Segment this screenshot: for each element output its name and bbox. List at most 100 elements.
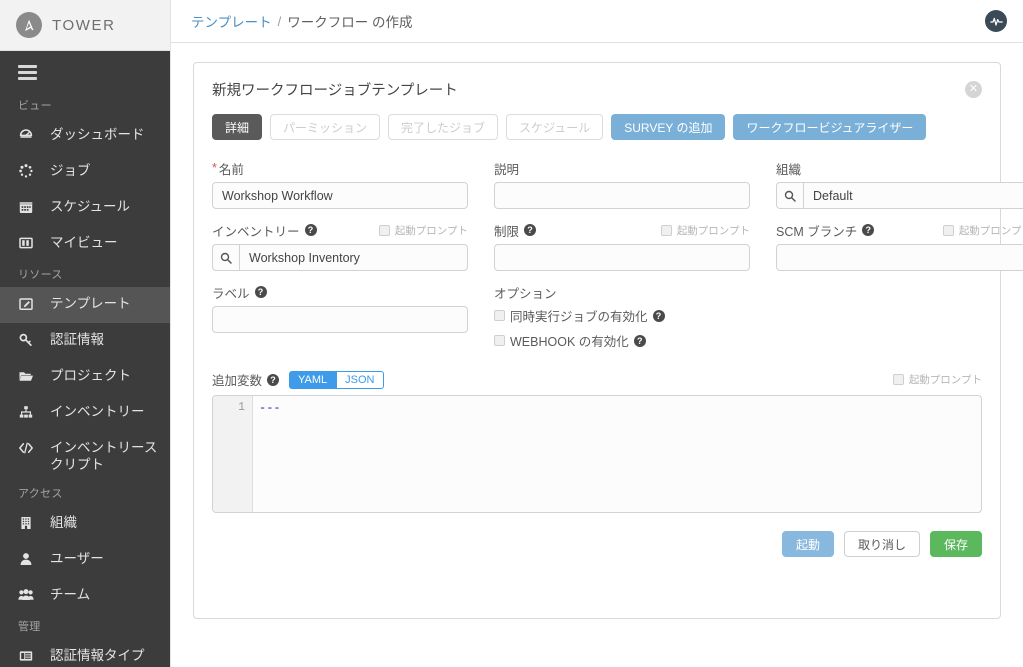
help-circle-icon[interactable]: ? [267, 373, 280, 386]
sidebar-item-credentials[interactable]: 認証情報 [0, 323, 170, 359]
organization-input[interactable]: Default [803, 182, 1023, 209]
sidebar-item-label: インベントリースクリプト [50, 440, 158, 472]
checkbox[interactable] [378, 224, 390, 236]
sidebar-item-templates[interactable]: テンプレート [0, 287, 170, 323]
help-circle-icon[interactable]: ? [652, 309, 665, 322]
sidebar-item-label: マイビュー [50, 235, 118, 250]
sidebar-item-label: プロジェクト [50, 368, 131, 383]
field-scm-branch-label-row: SCM ブランチ ? 起動プロンプト [776, 220, 1023, 240]
sidebar-section-title-views: ビュー [18, 100, 52, 112]
sidebar-section-title-access: アクセス [18, 488, 63, 500]
code-brackets-icon [18, 439, 40, 456]
tab-add-survey[interactable]: SURVEY の追加 [611, 114, 726, 140]
scm-branch-prompt-on-launch[interactable]: 起動プロンプト [942, 223, 1023, 238]
field-inventory-label-row: インベントリー ? 起動プロンプト [212, 220, 468, 240]
sidebar-item-users[interactable]: ユーザー [0, 542, 170, 578]
breadcrumb-link-templates[interactable]: テンプレート [191, 11, 272, 31]
help-circle-icon[interactable]: ? [524, 224, 537, 236]
footer-buttons: 起動 取り消し 保存 [212, 531, 982, 557]
help-circle-icon[interactable]: ? [254, 286, 267, 298]
checkbox[interactable] [494, 310, 505, 321]
description-input[interactable] [494, 182, 750, 209]
checkbox[interactable] [942, 224, 954, 236]
search-icon[interactable] [776, 182, 803, 209]
extra-vars-editor[interactable]: 1 --- [212, 395, 982, 513]
hamburger-menu-icon[interactable] [0, 51, 170, 93]
close-icon[interactable]: ✕ [965, 81, 982, 98]
field-description: 説明 [494, 158, 750, 209]
sidebar-item-jobs[interactable]: ジョブ [0, 154, 170, 190]
help-circle-icon[interactable]: ? [862, 224, 875, 236]
help-circle-icon[interactable]: ? [304, 224, 317, 236]
field-organization: 組織 Default [776, 158, 1023, 209]
tab-schedules: スケジュール [506, 114, 604, 140]
editor-content[interactable]: --- [253, 396, 981, 512]
name-input[interactable]: Workshop Workflow [212, 182, 468, 209]
sidebar-item-inventory-scripts[interactable]: インベントリースクリプト [0, 431, 170, 481]
field-organization-label-row: 組織 [776, 158, 1023, 178]
option-label: 同時実行ジョブの有効化 [510, 310, 648, 324]
inventory-input[interactable]: Workshop Inventory [239, 244, 468, 271]
jobs-spinner-icon [18, 162, 40, 179]
sidebar-item-organizations[interactable]: 組織 [0, 506, 170, 542]
sidebar-item-myview[interactable]: マイビュー [0, 226, 170, 262]
option-enable-webhook[interactable]: WEBHOOK の有効化 ? [494, 331, 750, 350]
prompt-on-launch-label: 起動プロンプト [676, 224, 750, 237]
toggle-json[interactable]: JSON [336, 370, 384, 389]
brand-name: TOWER [52, 16, 116, 34]
cancel-button[interactable]: 取り消し [843, 531, 920, 557]
save-button[interactable]: 保存 [929, 531, 982, 557]
main-area: テンプレート / ワークフロー の作成 新規ワークフロージョブテンプレート ✕ … [170, 0, 1023, 667]
sidebar-item-schedules[interactable]: スケジュール [0, 190, 170, 226]
editor-gutter: 1 [213, 396, 253, 512]
launch-button[interactable]: 起動 [781, 531, 834, 557]
sidebar-item-teams[interactable]: チーム [0, 578, 170, 614]
tab-details[interactable]: 詳細 [212, 114, 263, 140]
sidebar-item-label: ユーザー [50, 551, 104, 566]
field-options: オプション 同時実行ジョブの有効化 ? WEBHOOK の有効化 ? [494, 282, 750, 356]
extra-vars-label: 追加変数 [212, 374, 263, 388]
field-options-spacer [776, 282, 1023, 356]
search-icon[interactable] [212, 244, 239, 271]
credential-type-list-icon [18, 647, 40, 664]
help-circle-icon[interactable]: ? [633, 334, 646, 347]
inventory-prompt-on-launch[interactable]: 起動プロンプト [378, 223, 468, 238]
field-limit-label-row: 制限 ? 起動プロンプト [494, 220, 750, 240]
field-description-label-row: 説明 [494, 158, 750, 178]
brand-header[interactable]: TOWER [0, 0, 170, 51]
toggle-yaml[interactable]: YAML [289, 370, 337, 389]
option-concurrent-jobs[interactable]: 同時実行ジョブの有効化 ? [494, 306, 750, 325]
tab-workflow-visualizer[interactable]: ワークフロービジュアライザー [733, 114, 927, 140]
field-scm-branch: SCM ブランチ ? 起動プロンプト [776, 220, 1023, 271]
limit-input[interactable] [494, 244, 750, 271]
breadcrumb-separator: / [277, 13, 282, 29]
labels-input[interactable] [212, 306, 468, 333]
sidebar-item-label: スケジュール [50, 199, 131, 214]
sidebar-nav: ビュー ダッシュボード ジョブ スケジュール マイビュー リソース テンプレート… [0, 93, 170, 667]
sidebar-item-projects[interactable]: プロジェクト [0, 359, 170, 395]
sidebar-item-label: インベントリー [50, 404, 145, 419]
field-limit-label: 制限 [494, 224, 520, 239]
field-name-label-row: * 名前 [212, 158, 468, 178]
checkbox[interactable] [892, 374, 904, 385]
options-label: オプション [494, 286, 557, 301]
scm-branch-input[interactable] [776, 244, 1023, 271]
limit-prompt-on-launch[interactable]: 起動プロンプト [660, 223, 750, 238]
app-root: TOWER ビュー ダッシュボード ジョブ スケジュール マイビュー リソース … [0, 0, 1023, 667]
checkbox[interactable] [494, 335, 505, 346]
sidebar-item-label: テンプレート [50, 296, 131, 311]
organization-input-group: Default [776, 182, 1023, 209]
sidebar-item-credential-types[interactable]: 認証情報タイプ [0, 639, 170, 667]
ansible-logo-icon [16, 12, 42, 38]
checkbox[interactable] [660, 224, 672, 236]
form-row-3: ラベル ? オプション 同時実行ジョブの有効化 ? WEBHOOK の有効化 ? [212, 282, 982, 356]
columns-view-icon [18, 234, 40, 251]
field-name-label: 名前 [218, 162, 244, 177]
sidebar-item-dashboard[interactable]: ダッシュボード [0, 118, 170, 154]
sidebar-item-inventories[interactable]: インベントリー [0, 395, 170, 431]
activity-stream-icon[interactable] [985, 10, 1007, 32]
prompt-on-launch-label: 起動プロンプト [908, 374, 982, 386]
field-labels: ラベル ? [212, 282, 468, 356]
options-label-row: オプション [494, 282, 750, 302]
extra-vars-prompt-on-launch[interactable]: 起動プロンプト [892, 372, 982, 387]
